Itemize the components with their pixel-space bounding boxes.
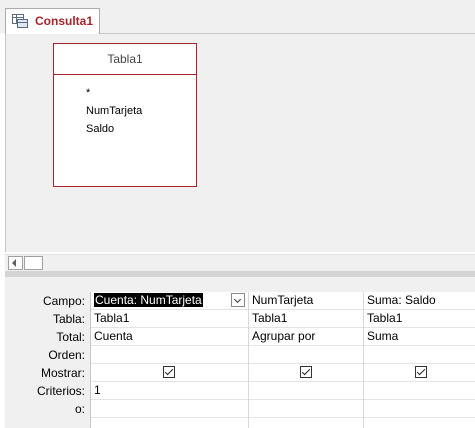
campo-value-1: Cuenta: NumTarjeta xyxy=(94,293,203,307)
mostrar-checkbox-3[interactable] xyxy=(415,366,427,378)
grid-column-1: Cuenta: NumTarjeta Tabla1 Cuenta 1 xyxy=(91,292,249,428)
field-list-item-saldo[interactable]: Saldo xyxy=(86,123,114,135)
query-design-grid: Campo: Tabla: Total: Orden: Mostrar: Cri… xyxy=(5,277,475,428)
orden-cell-2[interactable] xyxy=(249,346,363,364)
grid-columns: Cuenta: NumTarjeta Tabla1 Cuenta 1 NumTa… xyxy=(90,292,475,428)
query-icon xyxy=(12,14,28,28)
mostrar-checkbox-1[interactable] xyxy=(163,366,175,378)
campo-cell-2[interactable]: NumTarjeta xyxy=(249,292,363,310)
scroll-left-button[interactable] xyxy=(8,256,23,270)
o-cell-2[interactable] xyxy=(249,400,363,418)
criterios-cell-1[interactable]: 1 xyxy=(91,382,248,400)
query-table-pane[interactable]: Tabla1 * NumTarjeta Saldo xyxy=(5,34,475,252)
row-label-o: o: xyxy=(74,402,85,416)
orden-cell-1[interactable] xyxy=(91,346,248,364)
criterios-cell-3[interactable] xyxy=(364,382,475,400)
o-cell-1[interactable] xyxy=(91,400,248,418)
o-cell-3[interactable] xyxy=(364,400,475,418)
total-cell-2[interactable]: Agrupar por xyxy=(249,328,363,346)
tab-label: Consulta1 xyxy=(35,14,94,28)
mostrar-checkbox-2[interactable] xyxy=(300,366,312,378)
field-list-title[interactable]: Tabla1 xyxy=(54,44,196,75)
grid-column-3: Suma: Saldo Tabla1 Suma xyxy=(364,292,475,428)
mostrar-cell-1 xyxy=(91,364,248,382)
tabla-cell-3[interactable]: Tabla1 xyxy=(364,310,475,328)
grid-column-2: NumTarjeta Tabla1 Agrupar por xyxy=(249,292,364,428)
tabla-cell-2[interactable]: Tabla1 xyxy=(249,310,363,328)
total-cell-1[interactable]: Cuenta xyxy=(91,328,248,346)
mostrar-cell-2 xyxy=(249,364,363,382)
document-tab-strip: Consulta1 xyxy=(0,0,475,34)
scroll-thumb[interactable] xyxy=(24,256,43,270)
field-list-item-all[interactable]: * xyxy=(86,87,90,99)
chevron-down-icon[interactable] xyxy=(231,293,245,307)
criterios-cell-2[interactable] xyxy=(249,382,363,400)
row-label-mostrar: Mostrar: xyxy=(40,366,85,380)
row-label-campo: Campo: xyxy=(42,294,85,308)
horizontal-scrollbar[interactable] xyxy=(5,254,475,271)
orden-cell-3[interactable] xyxy=(364,346,475,364)
row-label-tabla: Tabla: xyxy=(52,312,85,326)
total-cell-3[interactable]: Suma xyxy=(364,328,475,346)
tab-consulta1[interactable]: Consulta1 xyxy=(5,8,100,34)
row-label-criterios: Criterios: xyxy=(36,384,85,398)
row-label-orden: Orden: xyxy=(48,348,85,362)
campo-cell-3[interactable]: Suma: Saldo xyxy=(364,292,475,310)
tabla-cell-1[interactable]: Tabla1 xyxy=(91,310,248,328)
arrow-left-icon xyxy=(12,259,16,267)
field-list-item-numtarjeta[interactable]: NumTarjeta xyxy=(86,105,142,117)
mostrar-cell-3 xyxy=(364,364,475,382)
row-label-total: Total: xyxy=(56,330,85,344)
field-list-tabla1[interactable]: Tabla1 * NumTarjeta Saldo xyxy=(53,43,197,187)
campo-cell-1[interactable]: Cuenta: NumTarjeta xyxy=(91,292,248,310)
